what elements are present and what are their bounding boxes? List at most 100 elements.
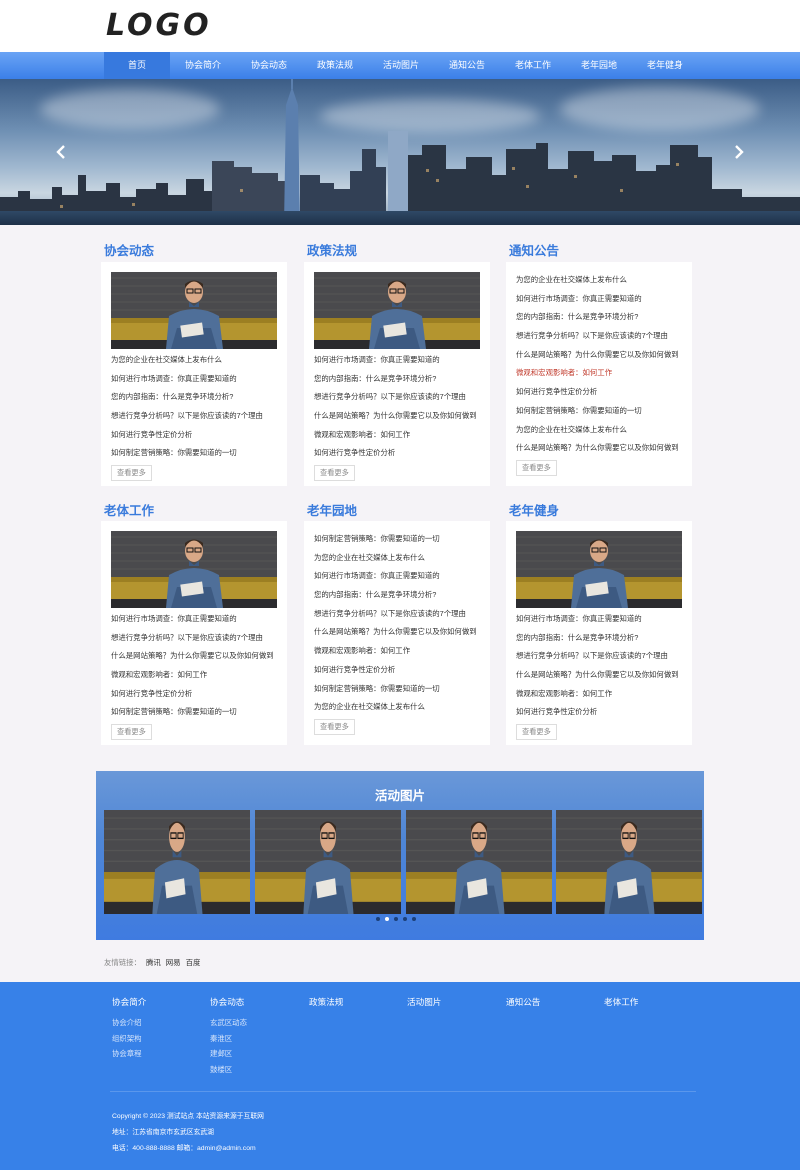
section-title[interactable]: 老年健身 bbox=[509, 500, 559, 519]
footer-link[interactable]: 玄武区动态 bbox=[210, 1015, 247, 1031]
article-link[interactable]: 什么是网站策略？为什么你需要它以及你如何做到 bbox=[314, 623, 480, 642]
view-more-button[interactable]: 查看更多 bbox=[111, 465, 152, 482]
gallery-dot[interactable] bbox=[385, 917, 389, 921]
article-link[interactable]: 如何制定营销策略：你需要知道的一切 bbox=[111, 444, 277, 463]
gallery-dot[interactable] bbox=[394, 917, 398, 921]
nav-item[interactable]: 老年健身 bbox=[632, 52, 698, 79]
article-link[interactable]: 您的内部指南：什么是竞争环境分析? bbox=[516, 308, 682, 327]
nav-item[interactable]: 通知公告 bbox=[434, 52, 500, 79]
gallery-dot[interactable] bbox=[412, 917, 416, 921]
article-link[interactable]: 想进行竞争分析吗？以下是你应该读的7个理由 bbox=[111, 629, 277, 648]
article-list: 如何制定营销策略：你需要知道的一切 为您的企业在社交媒体上发布什么 如何进行市场调查… bbox=[314, 530, 480, 717]
banner-prev-button[interactable] bbox=[54, 144, 68, 160]
section-thumbnail[interactable] bbox=[111, 272, 277, 349]
article-link[interactable]: 如何进行市场调查：你真正需要知道的 bbox=[314, 351, 480, 370]
gallery-dot[interactable] bbox=[403, 917, 407, 921]
footer-link[interactable]: 协会介绍 bbox=[112, 1015, 146, 1031]
article-link[interactable]: 如何进行市场调查：你真正需要知道的 bbox=[516, 290, 682, 309]
article-link[interactable]: 微观和宏观影响者：如何工作 bbox=[314, 426, 480, 445]
section-title[interactable]: 通知公告 bbox=[509, 240, 559, 259]
footer-link[interactable]: 秦淮区 bbox=[210, 1031, 247, 1047]
footer-link[interactable]: 建邺区 bbox=[210, 1046, 247, 1062]
nav-item[interactable]: 协会动态 bbox=[236, 52, 302, 79]
banner-next-button[interactable] bbox=[732, 144, 746, 160]
article-link[interactable]: 什么是网站策略？为什么你需要它以及你如何做到 bbox=[314, 407, 480, 426]
view-more-button[interactable]: 查看更多 bbox=[314, 465, 355, 482]
article-link[interactable]: 想进行竞争分析吗？以下是你应该读的7个理由 bbox=[314, 605, 480, 624]
gallery-photo[interactable] bbox=[406, 810, 552, 914]
article-link[interactable]: 您的内部指南：什么是竞争环境分析? bbox=[314, 586, 480, 605]
section-title[interactable]: 协会动态 bbox=[104, 240, 154, 259]
view-more-button[interactable]: 查看更多 bbox=[111, 724, 152, 741]
footer-column-title[interactable]: 活动图片 bbox=[407, 996, 441, 1008]
article-link[interactable]: 为您的企业在社交媒体上发布什么 bbox=[314, 698, 480, 717]
article-link[interactable]: 您的内部指南：什么是竞争环境分析? bbox=[314, 370, 480, 389]
view-more-button[interactable]: 查看更多 bbox=[314, 718, 355, 735]
article-link[interactable]: 如何制定营销策略：你需要知道的一切 bbox=[516, 402, 682, 421]
article-link[interactable]: 微观和宏观影响者：如何工作 bbox=[516, 685, 682, 704]
friend-link[interactable]: 网易 bbox=[166, 958, 181, 967]
article-link[interactable]: 如何进行市场调查：你真正需要知道的 bbox=[111, 370, 277, 389]
gallery-title: 活动图片 bbox=[374, 789, 425, 803]
nav-item[interactable]: 活动图片 bbox=[368, 52, 434, 79]
article-link[interactable]: 想进行竞争分析吗？以下是你应该读的7个理由 bbox=[516, 327, 682, 346]
article-link[interactable]: 什么是网站策略？为什么你需要它以及你如何做到 bbox=[111, 647, 277, 666]
gallery-photo[interactable] bbox=[255, 810, 401, 914]
article-link[interactable]: 您的内部指南：什么是竞争环境分析? bbox=[111, 388, 277, 407]
gallery-photo[interactable] bbox=[556, 810, 702, 914]
article-link[interactable]: 如何进行竞争性定价分析 bbox=[516, 383, 682, 402]
footer-link[interactable]: 协会章程 bbox=[112, 1046, 146, 1062]
nav-item[interactable]: 首页 bbox=[104, 52, 170, 79]
section-thumbnail[interactable] bbox=[314, 272, 480, 349]
footer-column-title[interactable]: 协会简介 bbox=[112, 996, 146, 1008]
article-link[interactable]: 为您的企业在社交媒体上发布什么 bbox=[111, 351, 277, 370]
footer-column-title[interactable]: 通知公告 bbox=[506, 996, 540, 1008]
article-link[interactable]: 如何进行竞争性定价分析 bbox=[111, 685, 277, 704]
article-link[interactable]: 您的内部指南：什么是竞争环境分析? bbox=[516, 629, 682, 648]
article-link[interactable]: 微观和宏观影响者：如何工作 bbox=[111, 666, 277, 685]
article-link[interactable]: 什么是网站策略？为什么你需要它以及你如何做到 bbox=[516, 346, 682, 365]
section-title[interactable]: 老年园地 bbox=[307, 500, 357, 519]
footer-link[interactable]: 组织架构 bbox=[112, 1031, 146, 1047]
article-link[interactable]: 如何进行市场调查：你真正需要知道的 bbox=[516, 610, 682, 629]
article-link[interactable]: 如何进行竞争性定价分析 bbox=[314, 444, 480, 463]
article-link[interactable]: 为您的企业在社交媒体上发布什么 bbox=[516, 271, 682, 290]
section-title[interactable]: 政策法规 bbox=[307, 240, 357, 259]
footer-column-title[interactable]: 老体工作 bbox=[604, 996, 638, 1008]
article-link[interactable]: 如何进行市场调查：你真正需要知道的 bbox=[111, 610, 277, 629]
nav-item[interactable]: 政策法规 bbox=[302, 52, 368, 79]
view-more-button[interactable]: 查看更多 bbox=[516, 459, 557, 476]
footer-column: 协会动态玄武区动态 秦淮区 建邺区 鼓楼区 bbox=[210, 996, 247, 1077]
article-link[interactable]: 想进行竞争分析吗？以下是你应该读的7个理由 bbox=[314, 388, 480, 407]
article-link[interactable]: 如何进行市场调查：你真正需要知道的 bbox=[314, 567, 480, 586]
gallery-dot[interactable] bbox=[376, 917, 380, 921]
article-link[interactable]: 为您的企业在社交媒体上发布什么 bbox=[516, 421, 682, 440]
friend-link[interactable]: 百度 bbox=[186, 958, 201, 967]
site-logo[interactable]: LOGO bbox=[106, 8, 212, 43]
article-link[interactable]: 如何制定营销策略：你需要知道的一切 bbox=[314, 680, 480, 699]
section-title[interactable]: 老体工作 bbox=[104, 500, 154, 519]
footer-column-title[interactable]: 政策法规 bbox=[309, 996, 343, 1008]
section-thumbnail[interactable] bbox=[111, 531, 277, 608]
nav-item[interactable]: 老体工作 bbox=[500, 52, 566, 79]
friend-link[interactable]: 腾讯 bbox=[146, 958, 161, 967]
article-link[interactable]: 如何进行竞争性定价分析 bbox=[516, 703, 682, 722]
article-link[interactable]: 什么是网站策略？为什么你需要它以及你如何做到 bbox=[516, 439, 682, 458]
nav-item[interactable]: 协会简介 bbox=[170, 52, 236, 79]
article-link[interactable]: 如何制定营销策略：你需要知道的一切 bbox=[314, 530, 480, 549]
article-link[interactable]: 想进行竞争分析吗？以下是你应该读的7个理由 bbox=[516, 647, 682, 666]
article-link[interactable]: 为您的企业在社交媒体上发布什么 bbox=[314, 549, 480, 568]
article-link[interactable]: 如何制定营销策略：你需要知道的一切 bbox=[111, 703, 277, 722]
footer-column-title[interactable]: 协会动态 bbox=[210, 996, 247, 1008]
article-link[interactable]: 微观和宏观影响者：如何工作 bbox=[314, 642, 480, 661]
article-link[interactable]: 如何进行竞争性定价分析 bbox=[111, 426, 277, 445]
section-thumbnail[interactable] bbox=[516, 531, 682, 608]
gallery-photo[interactable] bbox=[104, 810, 250, 914]
article-link[interactable]: 如何进行竞争性定价分析 bbox=[314, 661, 480, 680]
article-link[interactable]: 微观和宏观影响者：如何工作 bbox=[516, 364, 682, 383]
view-more-button[interactable]: 查看更多 bbox=[516, 724, 557, 741]
article-link[interactable]: 什么是网站策略？为什么你需要它以及你如何做到 bbox=[516, 666, 682, 685]
footer-link[interactable]: 鼓楼区 bbox=[210, 1062, 247, 1078]
article-link[interactable]: 想进行竞争分析吗？以下是你应该读的7个理由 bbox=[111, 407, 277, 426]
nav-item[interactable]: 老年园地 bbox=[566, 52, 632, 79]
